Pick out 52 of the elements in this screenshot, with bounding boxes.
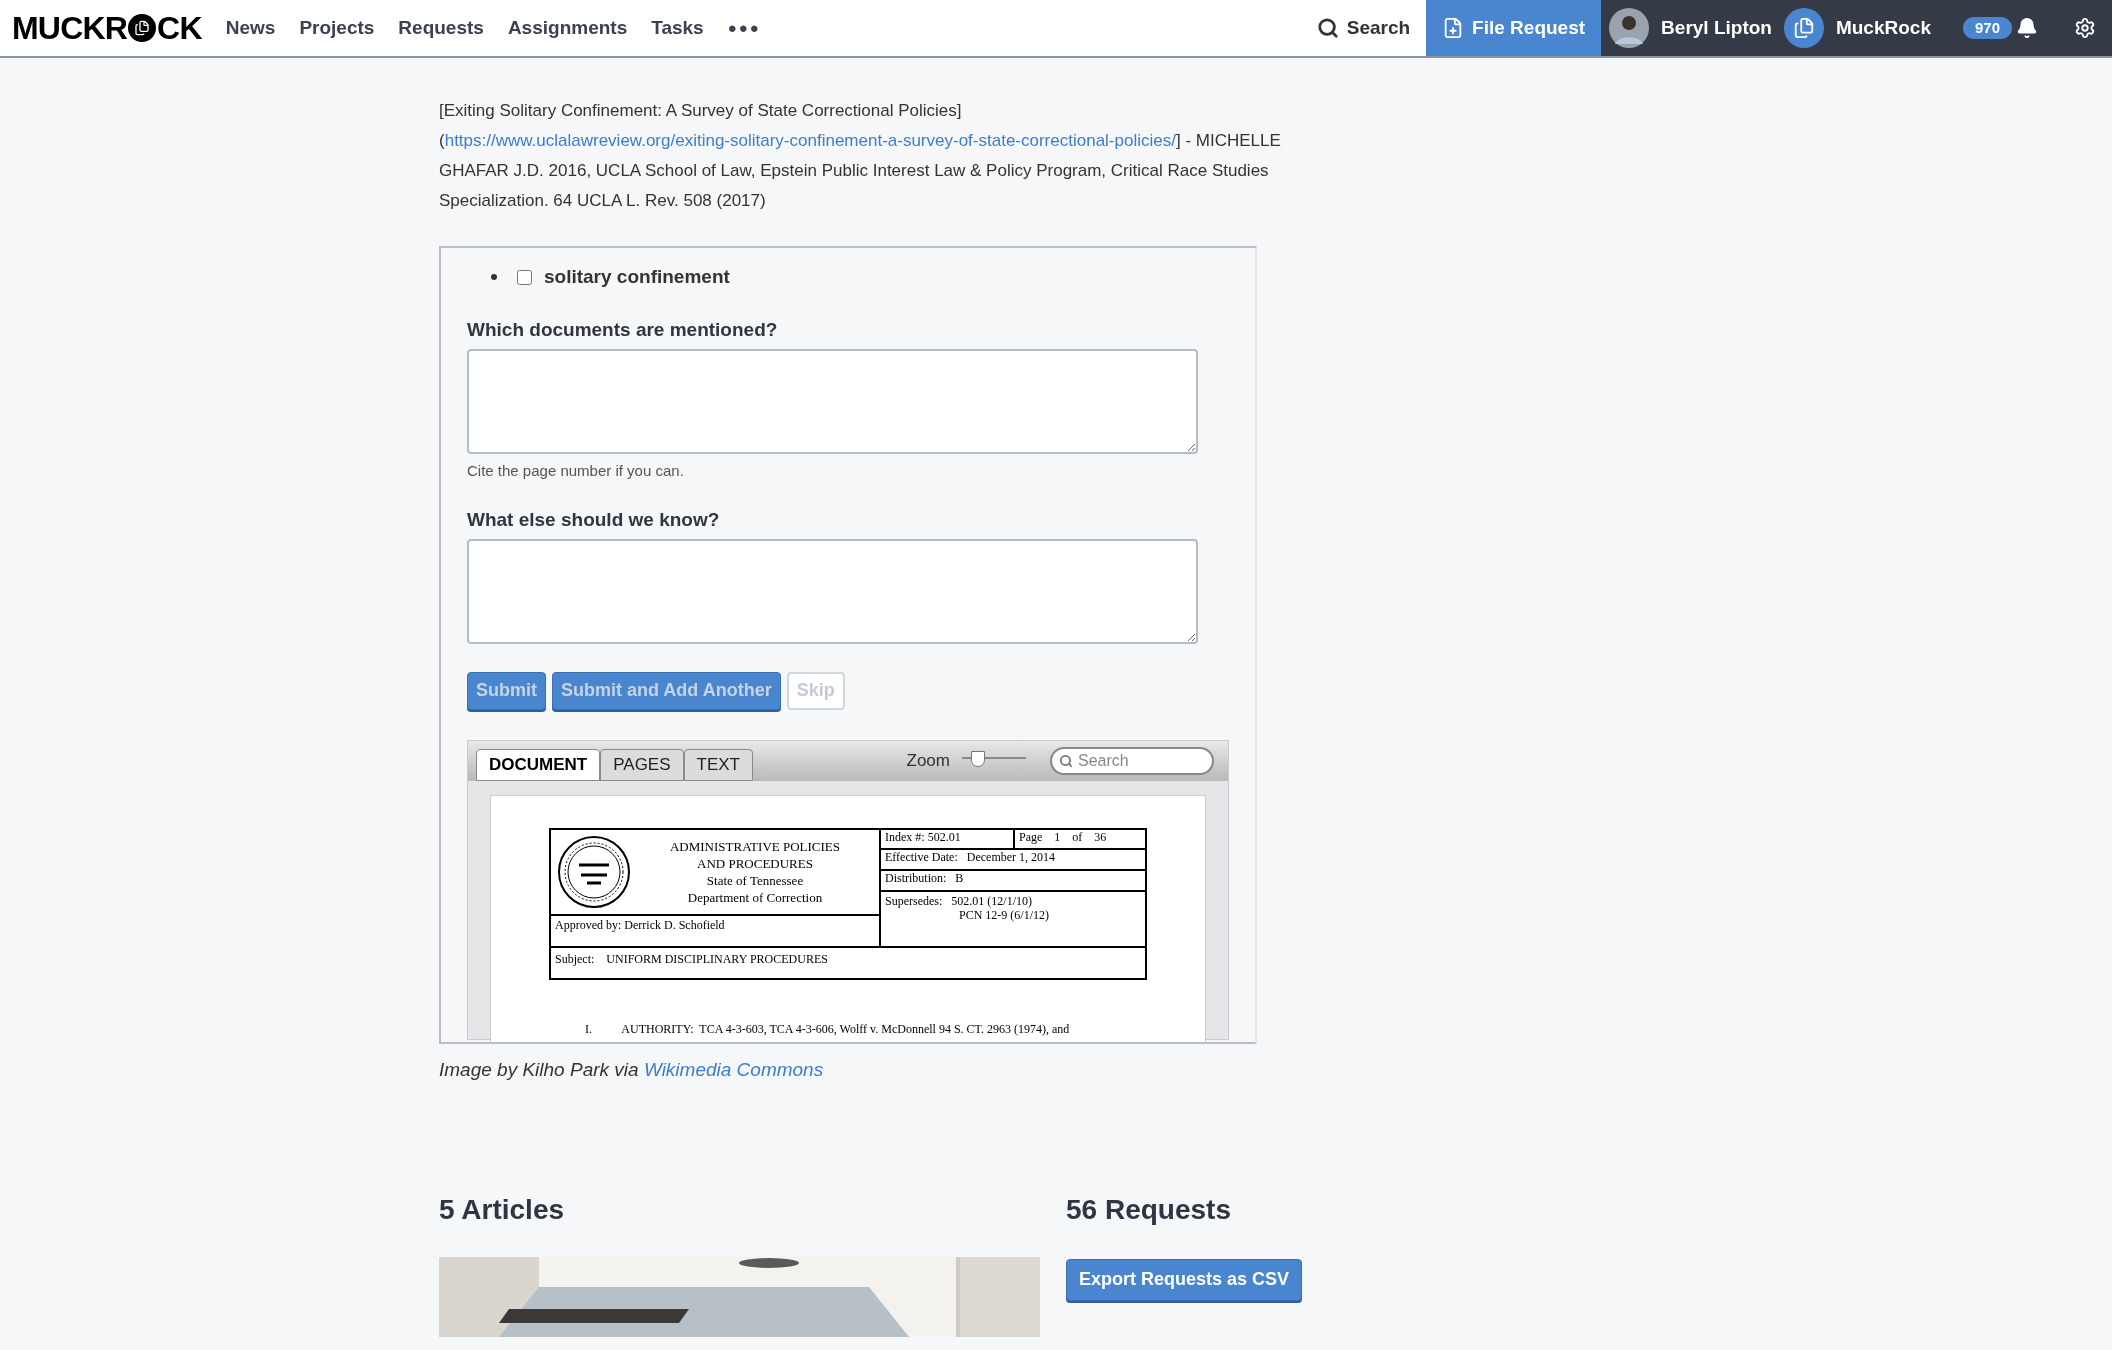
document-title-line: Department of Correction (686, 888, 824, 906)
settings-icon[interactable] (2074, 17, 2096, 39)
document-text: I. AUTHORITY: TCA 4-3-603, TCA 4-3-606, Wolff v. McDonnell 94 S. CT. 2963 (1974), and (585, 1020, 1071, 1038)
approved-by: Approved by: Derrick D. Schofield (554, 916, 726, 934)
supersedes-note: PCN 12-9 (6/1/12) (958, 907, 1050, 922)
user-name[interactable]: Beryl Lipton (1661, 13, 1772, 43)
state-seal-icon (557, 834, 631, 909)
search-icon (1316, 17, 1339, 39)
supersedes: Supersedes: 502.01 (12/1/10) (884, 892, 1033, 908)
more-menu[interactable]: ●●● (727, 16, 761, 40)
field-label: Which documents are mentioned? (467, 318, 779, 342)
nav-link[interactable]: Tasks (651, 13, 704, 43)
muckrock-logo[interactable]: MUCKR CK (12, 4, 202, 52)
section-heading: 5 Articles (439, 1192, 566, 1227)
org-icon (1783, 8, 1824, 48)
document-title-line: State of Tennessee (705, 871, 805, 889)
distribution: Distribution: B (881, 870, 1145, 892)
slider-thumb[interactable] (971, 750, 985, 767)
image-caption: Image by Kilho Park via Wikimedia Commons (439, 1058, 825, 1082)
citation-link[interactable]: https://www.uclalawreview.org/exiting-solitary-confinement-a-survey-of-state-correctional-policies/ (444, 131, 1176, 150)
org-name[interactable]: MuckRock (1835, 13, 1931, 43)
logo-o-icon (128, 14, 157, 42)
bell-icon[interactable] (2016, 17, 2038, 39)
viewer-tab[interactable]: PAGES (600, 748, 684, 781)
nav-link[interactable]: Projects (299, 13, 375, 43)
export-csv-button[interactable]: Export Requests as CSV (1066, 1258, 1303, 1301)
effective-date: Effective Date: December 1, 2014 (881, 849, 1145, 871)
nav-link[interactable]: Requests (398, 13, 484, 43)
search-button[interactable]: Search (1300, 13, 1427, 43)
caption-link[interactable]: Wikimedia Commons (643, 1059, 824, 1080)
nav-link[interactable]: News (225, 13, 276, 43)
avatar[interactable] (1609, 8, 1650, 48)
document-title-line: ADMINISTRATIVE POLICIES (668, 837, 842, 855)
viewer-tab[interactable]: DOCUMENT (476, 748, 601, 781)
checkbox[interactable] (517, 269, 532, 285)
viewer-search-field[interactable]: Search (1050, 746, 1214, 775)
document-title-line: AND PROCEDURES (696, 854, 814, 872)
option-label: solitary confinement (544, 264, 730, 289)
file-request-button[interactable]: File Request (1426, 0, 1602, 56)
page-count: Page 1 of 36 (1018, 829, 1108, 846)
search-icon (1059, 753, 1073, 768)
citation-text: [Exiting Solitary Confinement: A Survey of State Correctional Policies](https://www.uclalawreview.org/exiting-solitary-confinement-a-survey-of-state-correctional-policies/] - MICHELLE GHAFAR J.D. 2016, UCLA School of Law, Epstein Public Interest Law & Policy Program, Critical Race Studies Specialization. 64 UCLA L. Rev. 508 (2017) (439, 100, 1282, 212)
field-label: What else should we know? (467, 508, 721, 532)
index-number: Index #: 502.01 (881, 829, 1015, 848)
section-heading: 56 Requests (1066, 1192, 1232, 1227)
zoom-label: Zoom (906, 749, 950, 772)
notification-count[interactable]: 970 (1962, 17, 2012, 39)
nav-link[interactable]: Assignments (507, 13, 628, 43)
bullet-icon (491, 274, 497, 280)
subject-line: Subject: UNIFORM DISCIPLINARY PROCEDURES (549, 947, 1147, 980)
help-text: Cite the page number if you can. (467, 460, 685, 481)
viewer-tab[interactable]: TEXT (683, 748, 753, 781)
